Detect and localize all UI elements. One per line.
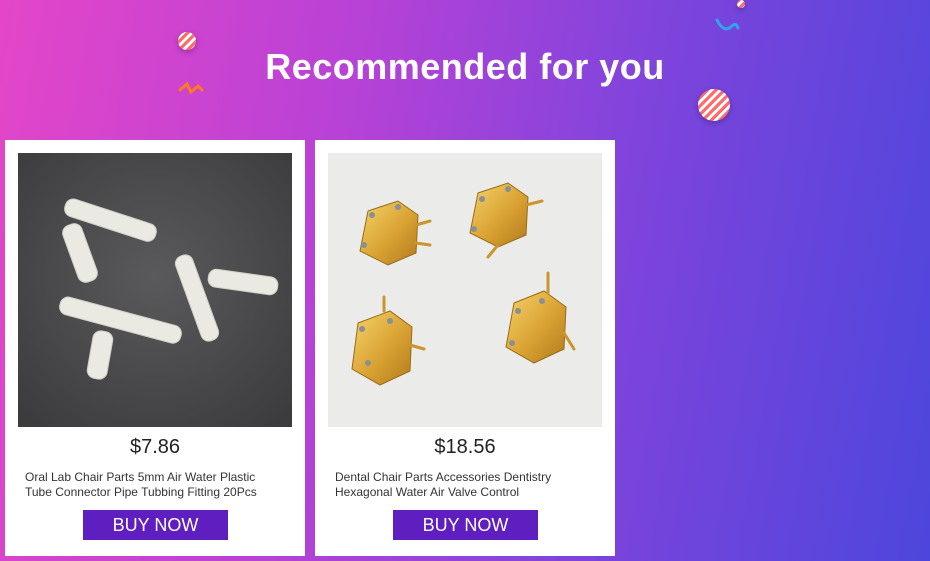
product-card[interactable]: $7.86 Oral Lab Chair Parts 5mm Air Water…: [5, 140, 305, 556]
striped-balloon-decoration: [698, 89, 730, 121]
buy-now-button[interactable]: BUY NOW: [83, 510, 228, 540]
product-image[interactable]: [18, 153, 292, 427]
product-price: $18.56: [434, 436, 496, 458]
product-price: $7.86: [129, 436, 181, 458]
product-name[interactable]: Oral Lab Chair Parts 5mm Air Water Plast…: [25, 470, 285, 500]
section-title: Recommended for you: [265, 46, 665, 87]
product-name[interactable]: Dental Chair Parts Accessories Dentistry…: [335, 470, 595, 500]
product-image[interactable]: [328, 153, 602, 427]
product-card[interactable]: $18.56 Dental Chair Parts Accessories De…: [315, 140, 615, 556]
buy-now-button[interactable]: BUY NOW: [393, 510, 538, 540]
brass-hexagonal-valves-image: [328, 153, 602, 427]
small-balloon-decoration: [737, 0, 745, 8]
plastic-t-connectors-image: [18, 153, 292, 427]
confetti-streamer-decoration: [715, 18, 740, 31]
